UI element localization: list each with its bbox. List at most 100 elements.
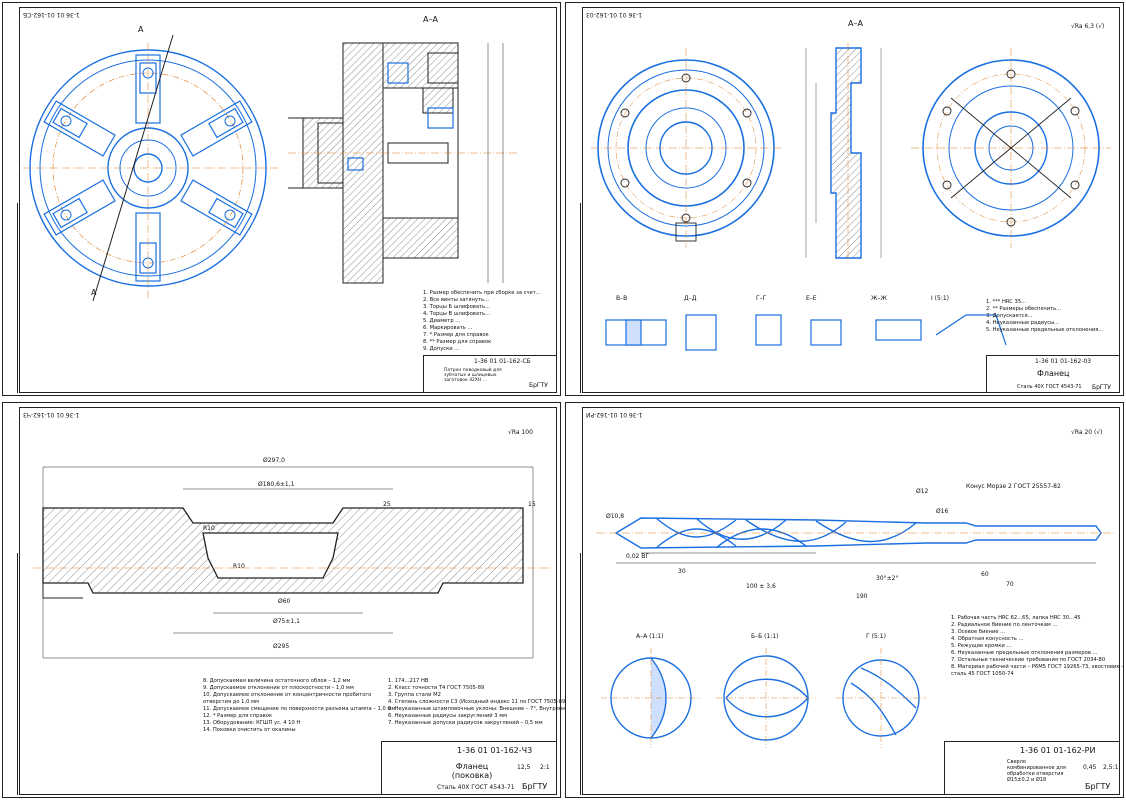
note-line: сталь 45 ГОСТ 1050-74 [951, 671, 1014, 677]
view-label: Ж–Ж [871, 295, 887, 302]
note-line: 5. Диаметр ... [423, 318, 461, 324]
note-line: 8. Допускаемая величина остаточного обло… [203, 678, 351, 684]
mirrored-code: 1-36 01 01-162-03 [586, 11, 643, 18]
mirrored-code: 1-36 01 01-162-РИ [586, 411, 643, 418]
note-line: 1. Размер обеспечить при сборке за счет.… [423, 290, 541, 296]
section-label: А–А (1:1) [636, 633, 664, 640]
left-binding-strip [568, 553, 581, 795]
view-mark-top: А [138, 25, 144, 34]
material: Сталь 40Х ГОСТ 4543-71 [1017, 384, 1082, 390]
note-line: 4. Степень сложности С3 (Исходный индекс… [388, 699, 566, 705]
view-label: I (5:1) [931, 295, 950, 302]
note-line: 4. Неуказанные радиусы... [986, 320, 1060, 326]
roughness-mark: √Ra 20 (√) [1071, 429, 1103, 436]
note-line: 14. Поковки очистить от окалины [203, 727, 296, 733]
note-line: 1. *** HRC 35... [986, 299, 1027, 305]
doc-title: Фланец [1037, 369, 1070, 378]
tech-notes: 1. Размер обеспечить при сборке за счет.… [423, 290, 541, 353]
org-name: БрГТУ [1085, 782, 1111, 791]
note-line: 12. * Размер для справок [203, 713, 273, 719]
note-line: 10. Допускаемое отклонение от концентрич… [203, 692, 372, 698]
dim-label: Ø16 [936, 508, 949, 515]
note-line: 8. ** Размер для справок [423, 339, 492, 345]
org-name: БрГТУ [1092, 384, 1111, 391]
tech-notes-right: 1. 174...217 HB 2. Класс точности Т4 ГОС… [388, 678, 587, 727]
note-line: 2. ** Размеры обеспечить... [986, 306, 1062, 312]
chuck-section-view [288, 42, 518, 284]
sheet-flange: 1-36 01 01-162-03 √Ra 6,3 (√) А–А В–В Д–… [565, 2, 1124, 396]
mirrored-code: 1-36 01 01-162-СБ [23, 11, 80, 18]
tech-notes: 1. *** HRC 35... 2. ** Размеры обеспечит… [986, 299, 1103, 334]
section-label: Г (5:1) [866, 633, 886, 640]
note-line: 5. Неуказанные штамповочные уклоны: Внеш… [388, 706, 588, 712]
view-mark-bottom: А [91, 288, 97, 297]
doc-title: Сверло комбинированное для обработки отв… [1007, 759, 1066, 783]
note-line: 3. Осевое биение ... [951, 629, 1006, 635]
scale: 2,5:1 [1103, 764, 1119, 771]
left-binding-strip [568, 203, 581, 393]
left-binding-strip [5, 553, 18, 795]
dimension-lines [33, 466, 553, 659]
note-line: 5. Неуказанные предельные отклонения... [986, 327, 1104, 333]
note-line: 4. Обратная конусность ... [951, 636, 1024, 642]
note-line: 3. Группа стали М2 [388, 692, 441, 698]
left-binding-strip [5, 203, 18, 393]
note-line: 11. Допускаемое смещение по поверхности … [203, 706, 396, 712]
flange-front-view [591, 48, 781, 248]
note-line: 9. Допускаемое отклонение от плоскостнос… [203, 685, 354, 691]
note-line: 7. Остальные технические требования по Г… [951, 657, 1106, 663]
note-line: 9. Допуски ... [423, 346, 460, 352]
dim-label: 70 [1006, 581, 1014, 588]
dim-label: 60 [981, 571, 989, 578]
sheet-forging: 1-36 01 01-162-Ч3 √Ra 100 Ø297,0 Ø180,6±… [2, 402, 587, 798]
chuck-front-view [23, 34, 278, 302]
tech-notes-left: 8. Допускаемая величина остаточного обло… [203, 678, 395, 734]
dim-label: 190 [856, 593, 868, 600]
note-line: отверстия до 1,0 мм [203, 699, 259, 705]
note-line: 4. Торцы В шлифовать... [423, 311, 491, 317]
doc-title: Фланец (поковка) [451, 762, 493, 780]
dim-label: 100 ± 3,6 [746, 583, 776, 590]
material: Сталь 40Х ГОСТ 4543-71 [437, 784, 515, 791]
scale: 2:1 [540, 764, 550, 771]
doc-title: Патрон поводковый для зубчатых и шлицевы… [444, 368, 502, 383]
note-line: 1. Рабочая часть HRC 62...65, лапка HRC … [951, 615, 1081, 621]
view-label: Д–Д [684, 295, 697, 302]
note-line: 2. Радиальное биение по ленточкам ... [951, 622, 1058, 628]
org-name: БрГТУ [522, 782, 548, 791]
dim-label: Конус Морзе 2 ГОСТ 25557-82 [966, 483, 1061, 490]
org-name: БрГТУ [529, 382, 548, 389]
note-line: 8. Материал рабочей части – Р6М5 ГОСТ 19… [951, 664, 1124, 670]
note-line: 7. * Размер для справок [423, 332, 489, 338]
title-block: 1-36 01 01-162-03 Фланец Сталь 40Х ГОСТ … [986, 355, 1120, 393]
doc-code: 1-36 01 01-162-Ч3 [457, 746, 533, 755]
note-line: 6. Маркировать ... [423, 325, 473, 331]
roughness-mark: √Ra 6,3 (√) [1071, 23, 1105, 30]
flange-detail-views [605, 314, 1007, 351]
drill-cross-sections [601, 648, 926, 748]
note-line: 7. Неуказанные допуски радиусов закругле… [388, 720, 543, 726]
dim-label: 0,02 ВГ [626, 553, 650, 560]
mirrored-code: 1-36 01 01-162-Ч3 [23, 411, 80, 418]
section-label: А–А [848, 19, 863, 28]
sheet-chuck-assembly: 1-36 01 01-162-СБ А А А–А 1. Размер обес… [2, 2, 561, 396]
doc-code: 1-36 01 01-162-СБ [474, 358, 531, 365]
note-line: 3. Допускается... [986, 313, 1033, 319]
mass: 0,45 [1083, 764, 1097, 771]
drill-side-view [596, 517, 1116, 564]
dim-label: Ø10,8 [606, 513, 625, 520]
view-label: Г–Г [756, 295, 767, 302]
flange-section-view [805, 43, 882, 263]
section-label: А–А [423, 15, 438, 24]
sheet-drill: 1-36 01 01-162-РИ √Ra 20 (√) 100 ± 3,6 3… [565, 402, 1124, 798]
dim-label: 30 [678, 568, 686, 575]
note-line: 3. Торцы Б шлифовать... [423, 304, 491, 310]
note-line: 13. Оборудование: КГШП ус. 4 10 Н [203, 720, 301, 726]
note-line: 6. Неуказанные предельные отклонения раз… [951, 650, 1098, 656]
note-line: 5. Режущие кромки ... [951, 643, 1012, 649]
dim-label: 30°±2° [876, 575, 899, 582]
dim-label: Ø12 [916, 488, 929, 495]
tech-notes: 1. Рабочая часть HRC 62...65, лапка HRC … [951, 615, 1124, 678]
doc-code: 1-36 01 01-162-03 [1035, 358, 1092, 365]
note-line: 6. Неуказанные радиусы закруглений 3 мм [388, 713, 508, 719]
